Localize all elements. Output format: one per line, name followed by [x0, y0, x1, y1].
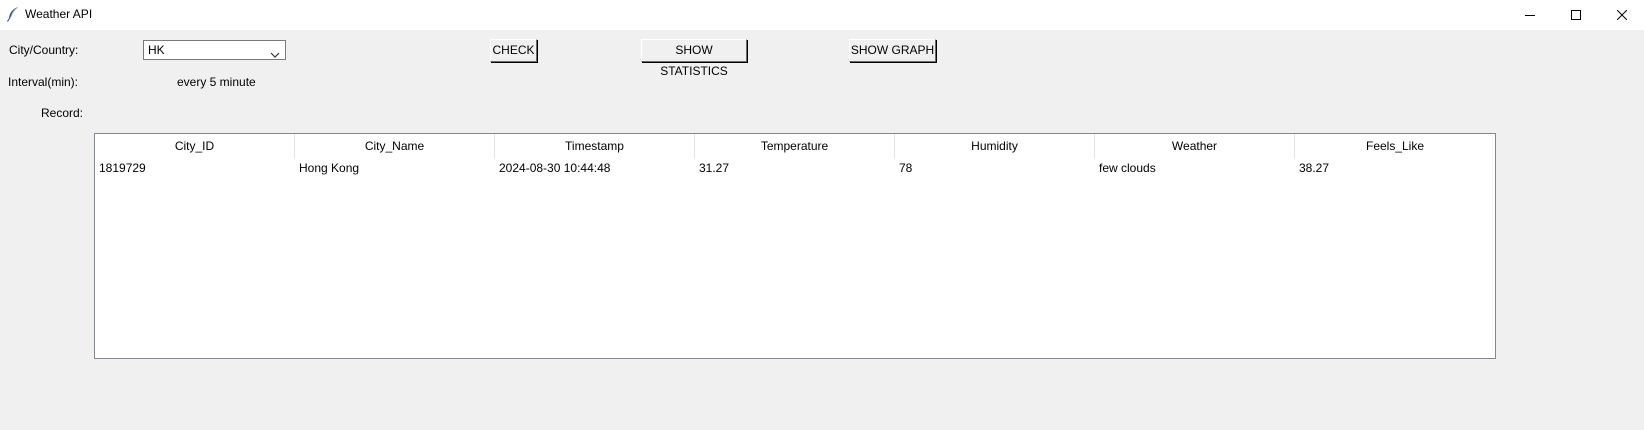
feather-icon [6, 6, 20, 22]
chevron-down-icon [270, 47, 280, 61]
minimize-button[interactable] [1507, 0, 1553, 30]
show-graph-button[interactable]: SHOW GRAPH [849, 39, 936, 62]
table-row[interactable]: 1819729 Hong Kong 2024-08-30 10:44:48 31… [95, 158, 1495, 178]
maximize-icon [1571, 10, 1581, 20]
title-bar[interactable]: Weather API [0, 0, 1644, 30]
column-header-humidity[interactable]: Humidity [895, 134, 1095, 158]
minimize-icon [1525, 10, 1535, 20]
cell-temperature: 31.27 [699, 161, 730, 175]
check-button[interactable]: CHECK [490, 39, 537, 62]
table-header: City_ID City_Name Timestamp Temperature … [95, 134, 1495, 158]
weather-records-table[interactable]: City_ID City_Name Timestamp Temperature … [94, 133, 1496, 359]
column-header-temperature[interactable]: Temperature [695, 134, 895, 158]
cell-city-name: Hong Kong [299, 161, 360, 175]
cell-timestamp: 2024-08-30 10:44:48 [499, 161, 611, 175]
city-country-label: City/Country: [9, 43, 79, 57]
column-header-feels-like[interactable]: Feels_Like [1295, 134, 1495, 158]
city-country-select[interactable]: HK [143, 40, 286, 60]
interval-value: every 5 minute [177, 75, 256, 89]
interval-label: Interval(min): [8, 75, 79, 89]
show-statistics-button[interactable]: SHOW STATISTICS [641, 39, 747, 78]
record-label: Record: [41, 106, 84, 120]
close-icon [1617, 10, 1627, 20]
maximize-button[interactable] [1553, 0, 1599, 30]
close-button[interactable] [1599, 0, 1644, 30]
window-title: Weather API [25, 7, 93, 21]
column-header-city-id[interactable]: City_ID [95, 134, 295, 158]
column-header-city-name[interactable]: City_Name [295, 134, 495, 158]
city-country-value: HK [148, 43, 165, 57]
cell-humidity: 78 [899, 161, 913, 175]
column-header-weather[interactable]: Weather [1095, 134, 1295, 158]
cell-city-id: 1819729 [99, 161, 146, 175]
column-header-timestamp[interactable]: Timestamp [495, 134, 695, 158]
cell-weather: few clouds [1099, 161, 1156, 175]
cell-feels-like: 38.27 [1299, 161, 1330, 175]
